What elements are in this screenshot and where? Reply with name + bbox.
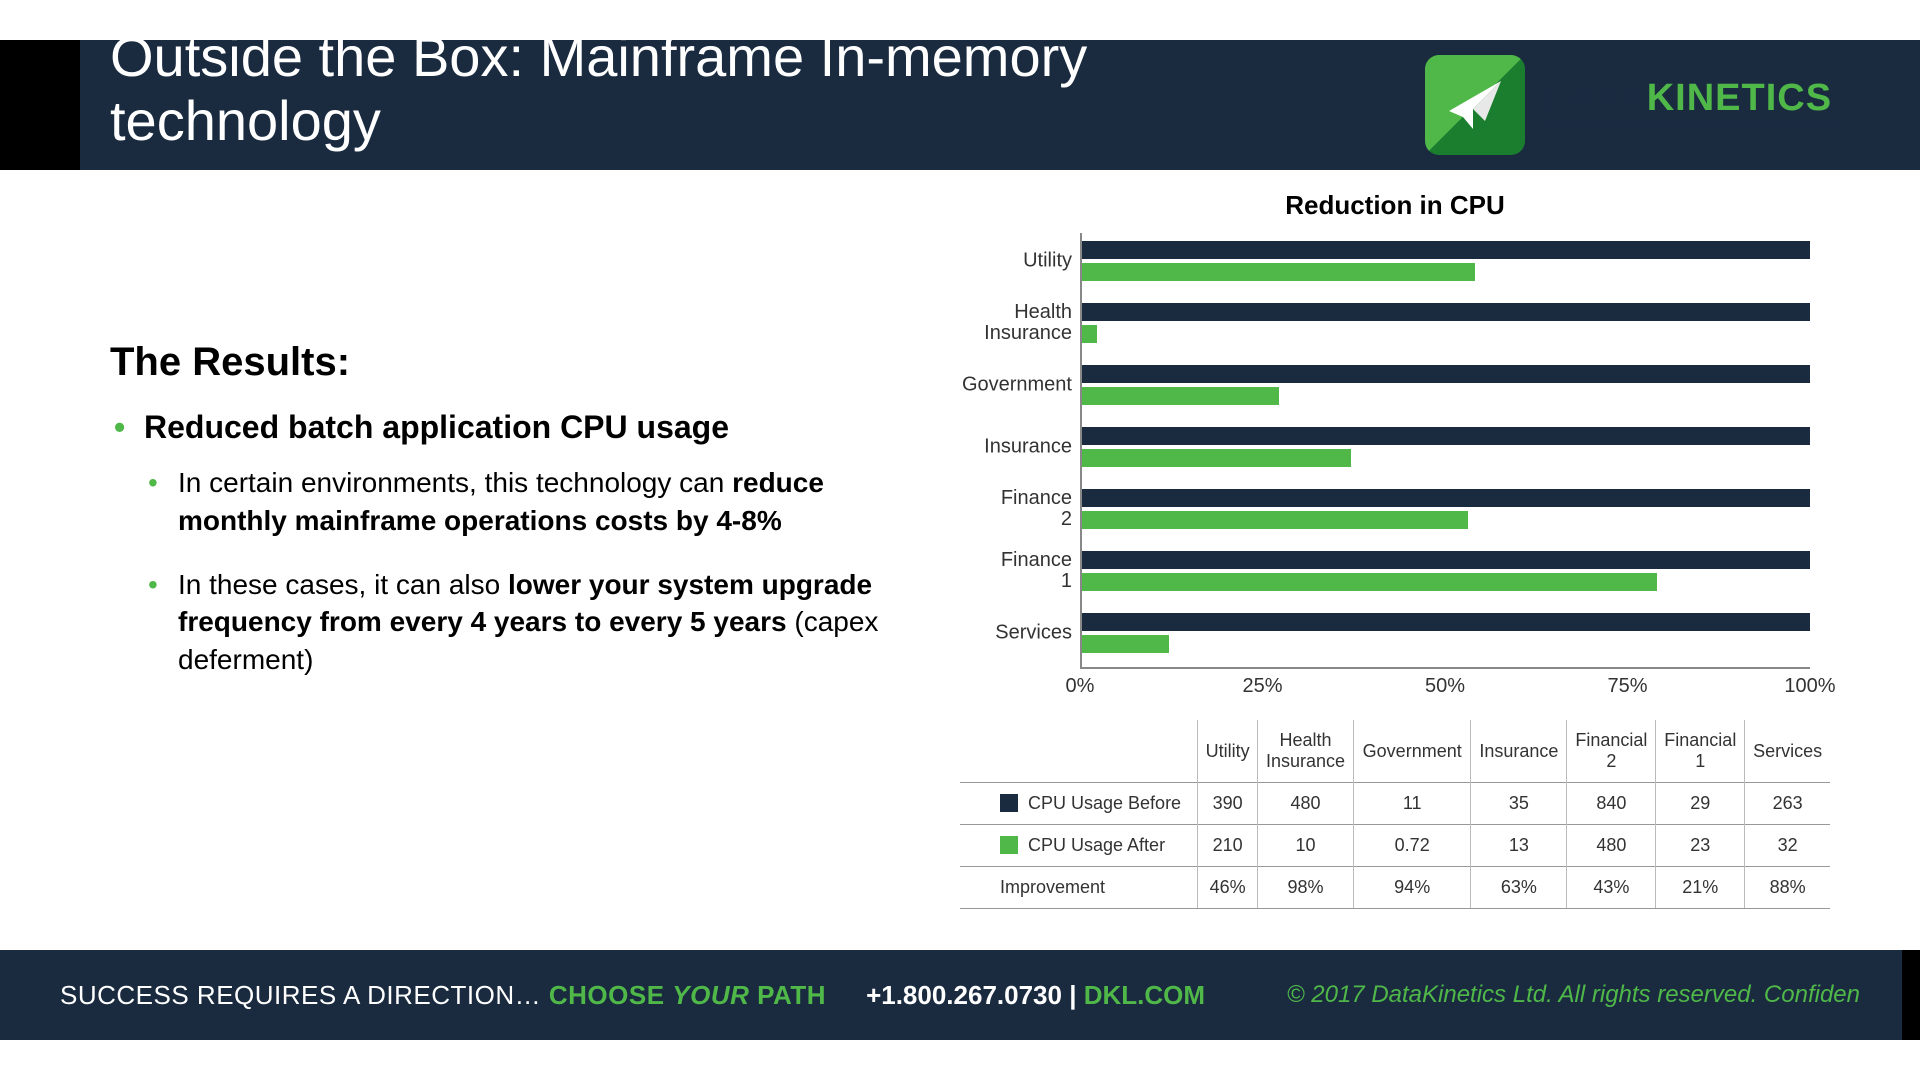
- table-cell: 23: [1656, 825, 1745, 867]
- table-cell: 480: [1257, 783, 1353, 825]
- table-row-header: CPU Usage After: [960, 825, 1198, 867]
- table-col-header: HealthInsurance: [1257, 720, 1353, 783]
- chart-row: HealthInsurance: [1082, 295, 1810, 351]
- bullet-1b: In these cases, it can also lower your s…: [144, 566, 890, 679]
- bullet-1a: In certain environments, this technology…: [144, 464, 890, 540]
- table-row-header: CPU Usage Before: [960, 783, 1198, 825]
- table-col-header: Services: [1745, 720, 1830, 783]
- brand-word-kinetics: KINETICS: [1647, 77, 1832, 119]
- bar-before: [1082, 365, 1810, 383]
- bar-before: [1082, 613, 1810, 631]
- chart-category-label: Finance2: [1001, 488, 1082, 530]
- table-cell: 0.72: [1354, 825, 1471, 867]
- table-row: Improvement46%98%94%63%43%21%88%: [960, 867, 1830, 909]
- chart-row: Insurance: [1082, 419, 1810, 475]
- chart-category-label: Finance1: [1001, 550, 1082, 592]
- table-cell: 32: [1745, 825, 1830, 867]
- table-cell: 63%: [1471, 867, 1567, 909]
- chart-category-label: Government: [962, 375, 1082, 396]
- x-tick: 100%: [1784, 675, 1835, 698]
- table-cell: 13: [1471, 825, 1567, 867]
- table-cell: 88%: [1745, 867, 1830, 909]
- legend-swatch-after: [1000, 836, 1018, 854]
- table-cell: 263: [1745, 783, 1830, 825]
- table-cell: 210: [1198, 825, 1258, 867]
- chart-category-label: HealthInsurance: [984, 302, 1082, 344]
- table-cell: 29: [1656, 783, 1745, 825]
- table-cell: 840: [1567, 783, 1656, 825]
- bar-after: [1082, 449, 1351, 467]
- table-cell: 480: [1567, 825, 1656, 867]
- table-col-header: Insurance: [1471, 720, 1567, 783]
- footer-contact: +1.800.267.0730 | DKL.COM: [866, 980, 1205, 1011]
- footer: SUCCESS REQUIRES A DIRECTION… CHOOSE YOU…: [0, 950, 1920, 1040]
- chart-row: Finance1: [1082, 543, 1810, 599]
- chart-row: Finance2: [1082, 481, 1810, 537]
- table-cell: 390: [1198, 783, 1258, 825]
- x-tick: 25%: [1242, 675, 1282, 698]
- table-cell: 11: [1354, 783, 1471, 825]
- table-cell: 35: [1471, 783, 1567, 825]
- chart-category-label: Services: [995, 623, 1082, 644]
- chart-x-axis: 0%25%50%75%100%: [1080, 667, 1810, 703]
- brand-logo: DATAKINETICS DATA PERFORMANCE & OPTIMIZA…: [1425, 55, 1840, 155]
- bar-before: [1082, 427, 1810, 445]
- table-row: CPU Usage After210100.72134802332: [960, 825, 1830, 867]
- bar-after: [1082, 511, 1468, 529]
- table-cell: 94%: [1354, 867, 1471, 909]
- x-tick: 50%: [1425, 675, 1465, 698]
- data-table: UtilityHealthInsuranceGovernmentInsuranc…: [960, 720, 1830, 909]
- chart-category-label: Insurance: [984, 437, 1082, 458]
- footer-accent: [1902, 950, 1920, 1040]
- table-cell: 46%: [1198, 867, 1258, 909]
- bar-before: [1082, 241, 1810, 259]
- slide-title: Outside the Box: Mainframe In-memory tec…: [110, 25, 1210, 154]
- bar-before: [1082, 303, 1810, 321]
- bar-before: [1082, 489, 1810, 507]
- brand-text: DATAKINETICS DATA PERFORMANCE & OPTIMIZA…: [1543, 79, 1840, 132]
- footer-tagline: SUCCESS REQUIRES A DIRECTION… CHOOSE YOU…: [60, 980, 826, 1011]
- chart-row: Government: [1082, 357, 1810, 413]
- paper-plane-icon: [1425, 55, 1525, 155]
- results-heading: The Results:: [110, 340, 890, 385]
- table-col-header: Financial2: [1567, 720, 1656, 783]
- chart-row: Services: [1082, 605, 1810, 661]
- table-row: CPU Usage Before390480113584029263: [960, 783, 1830, 825]
- table-cell: 98%: [1257, 867, 1353, 909]
- table-cell: 10: [1257, 825, 1353, 867]
- brand-word-data: DATA: [1543, 77, 1647, 119]
- table-row-header: Improvement: [960, 867, 1198, 909]
- table-col-header: Government: [1354, 720, 1471, 783]
- x-tick: 0%: [1066, 675, 1095, 698]
- bar-after: [1082, 387, 1279, 405]
- bar-after: [1082, 573, 1657, 591]
- table-cell: 43%: [1567, 867, 1656, 909]
- chart-title: Reduction in CPU: [960, 190, 1830, 221]
- table-cell: 21%: [1656, 867, 1745, 909]
- table-col-header: Utility: [1198, 720, 1258, 783]
- table-col-header: Financial1: [1656, 720, 1745, 783]
- bar-before: [1082, 551, 1810, 569]
- footer-copyright: © 2017 DataKinetics Ltd. All rights rese…: [1287, 981, 1860, 1009]
- chart-plot: Utility HealthInsurance Government Insuranc…: [1080, 233, 1810, 667]
- body-text: The Results: Reduced batch application C…: [110, 340, 890, 705]
- slide: Outside the Box: Mainframe In-memory tec…: [0, 0, 1920, 1080]
- chart: Reduction in CPU UtilityHealthInsuranceG…: [960, 190, 1830, 703]
- bullet-1: Reduced batch application CPU usage In c…: [110, 409, 890, 679]
- header-accent: [0, 40, 80, 170]
- legend-swatch-before: [1000, 794, 1018, 812]
- chart-category-label: Utility: [1023, 251, 1082, 272]
- bar-after: [1082, 263, 1475, 281]
- brand-tagline: DATA PERFORMANCE & OPTIMIZATION: [1543, 117, 1840, 132]
- x-tick: 75%: [1607, 675, 1647, 698]
- bar-after: [1082, 635, 1169, 653]
- bar-after: [1082, 325, 1097, 343]
- chart-row: Utility: [1082, 233, 1810, 289]
